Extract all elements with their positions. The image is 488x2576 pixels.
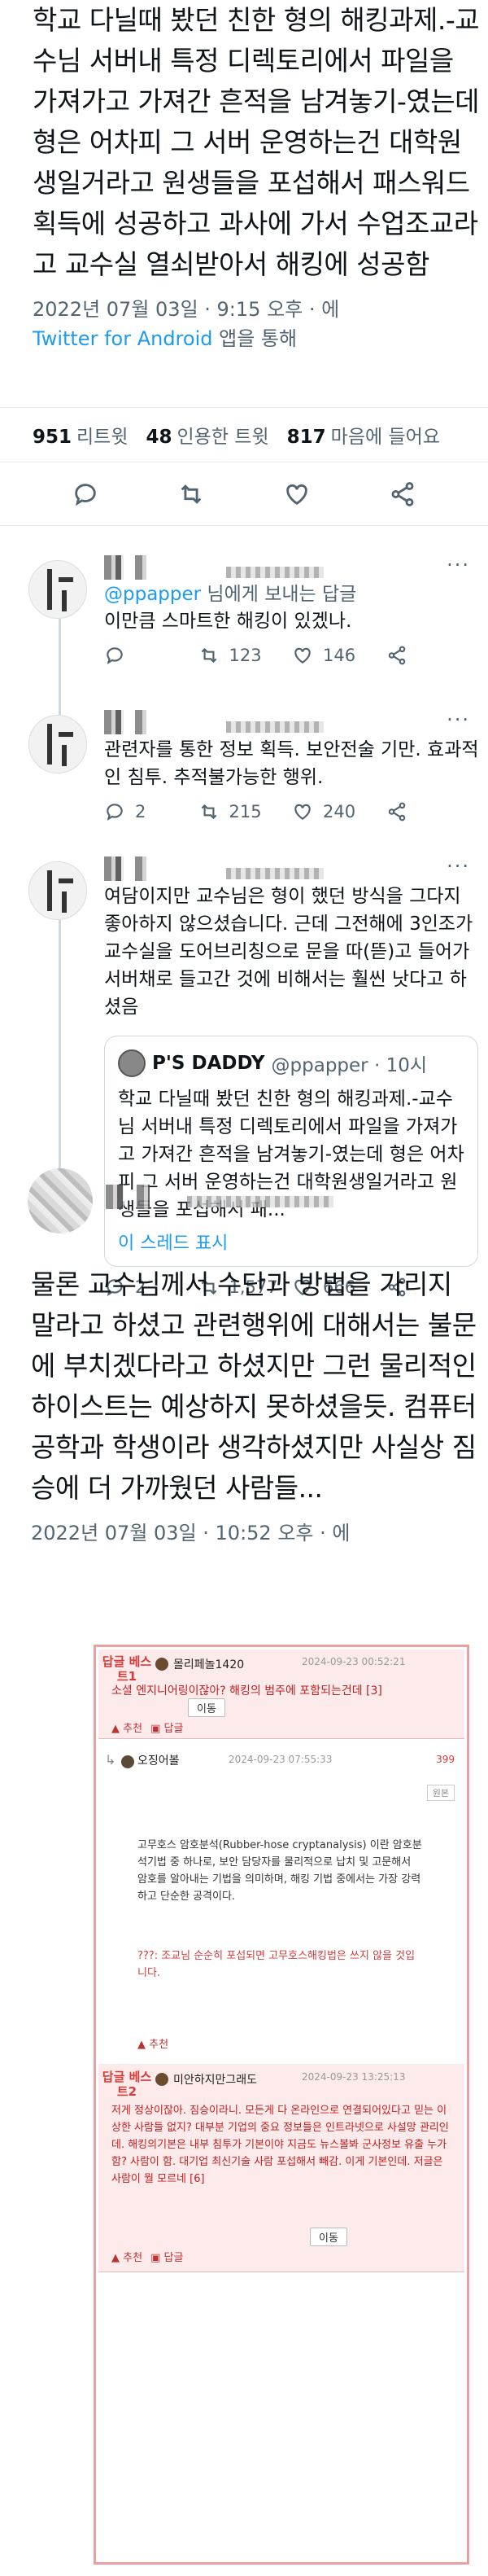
medal-icon [155,2073,168,2086]
main-tweet-actions [0,462,488,526]
comment-text: 저게 정상이잖아. 짐승이라니. 모든게 다 온라인으로 연결되어있다고 믿는 … [111,2105,449,2185]
reply-icon [104,645,125,666]
reply-tweet[interactable]: ··· 여담이지만 교수님은 형이 했던 방식을 그다지 좋아하지 않으셨습니다… [0,855,488,1327]
comment-board: 답글 베스트1 몰리페놀1420 2024-09-23 00:52:21 소셜 … [94,1645,469,2565]
comment-text: 소셜 엔지니어링이잖아? 해킹의 범주에 포함되는건데 [3] [111,1684,382,1698]
best-comment-2: 답글 베스트2 미안하지만그래도 2024-09-23 13:25:13 저게 … [98,2065,464,2272]
show-thread-link[interactable]: 이 스레드 표시 [118,1229,464,1255]
tweet-stats: 951 리트윗 48 인용한 트윗 817 마음에 들어요 [0,407,488,462]
more-icon[interactable]: ··· [447,708,470,731]
share-icon [386,645,407,666]
comment-author[interactable]: 미안하지만그래도 [173,2071,257,2088]
reply-text: 여담이지만 교수님은 형이 했던 방식을 그다지 좋아하지 않으셨습니다. 근데… [104,886,473,1018]
retweet-icon [198,645,220,666]
quoted-name: P'S DADDY [152,1053,265,1074]
retweet-button[interactable]: 215 [198,801,293,822]
medal-icon [155,1658,168,1671]
comment-count: 399 [436,1754,455,1765]
comment-author[interactable]: 몰리페놀1420 [173,1656,244,1672]
comment-date: 2024-09-23 00:52:21 [302,1656,406,1667]
move-button[interactable]: 이동 [310,2228,347,2246]
avatar[interactable] [28,715,87,773]
tweet-client-suffix: 앱을 통해 [219,327,298,350]
quoted-tweet[interactable]: P'S DADDY @ppapper · 10시 학교 다닐때 봤던 친한 형의… [104,1036,478,1267]
best-label: 답글 베스트2 [102,2070,152,2099]
reply-to-line: @ppapper 님에게 보내는 답글 [104,584,357,605]
best-label: 답글 베스트1 [102,1654,152,1684]
retweet-icon [198,801,220,822]
quoted-handle: @ppapper · 10시 [271,1055,427,1076]
reply-button[interactable]: ▣ 답글 [150,2249,183,2264]
comment-text: 고무호스 암호분석(Rubber-hose cryptanalysis) 이란 … [137,1839,422,1903]
reply-tweet[interactable]: ··· 관련자를 통한 정보 획득. 보안전술 기만. 효과적인 침투. 추적불… [0,708,488,847]
final-tweet-datetime: 2022년 07월 03일 · 10:52 오후 · 에 [31,1522,351,1544]
comment-date: 2024-09-23 07:55:33 [229,1754,333,1765]
reply-author[interactable]: ··· [104,554,480,581]
reply-author[interactable]: ··· [104,855,480,883]
reply-actions: 2 215 240 [104,801,480,822]
reply-button[interactable] [104,645,198,666]
avatar[interactable] [28,1168,93,1233]
recommend-button[interactable]: ▲ 추천 [111,1720,142,1735]
reply-author[interactable]: ··· [104,708,480,736]
recommend-button[interactable]: ▲ 추천 [137,2035,168,2051]
more-icon[interactable]: ··· [447,554,470,576]
reply-button[interactable]: 2 [104,801,198,822]
like-icon [292,645,313,666]
quoted-avatar [118,1049,146,1077]
avatar[interactable] [28,861,87,920]
reply-icon [104,801,125,822]
original-button[interactable]: 원본 [426,1785,455,1801]
like-icon [292,801,313,822]
move-button[interactable]: 이동 [188,1698,225,1717]
retweets-stat[interactable]: 951 리트윗 [33,421,129,449]
reply-tweet[interactable]: ··· @ppapper 님에게 보내는 답글 이만큼 스마트한 해킹이 있겠나… [0,554,488,700]
reply-text: 이만큼 스마트한 해킹이 있겠나. [104,611,352,632]
likes-stat[interactable]: 817 마음에 들어요 [287,421,440,449]
comment-author[interactable]: 오징어볼 [137,1752,180,1768]
medal-icon [121,1755,134,1768]
reply-icon[interactable] [72,480,99,508]
reply-to-handle[interactable]: @ppapper [104,584,201,605]
comment-date: 2024-09-23 13:25:13 [302,2071,406,2083]
reply-button[interactable]: ▣ 답글 [150,1720,183,1735]
share-icon [386,801,407,822]
reply-actions: 123 146 [104,645,480,666]
tweet-datetime: 2022년 07월 03일 · 9:15 오후 · 에 [33,298,340,321]
like-button[interactable]: 240 [292,801,386,822]
share-icon[interactable] [389,480,416,508]
tweet-meta: 2022년 07월 03일 · 9:15 오후 · 에 Twitter for … [33,295,480,353]
main-tweet: 학교 다닐때 봤던 친한 형의 해킹과제.-교수님 서버내 특정 디렉토리에서 … [33,0,480,353]
reply-arrow-icon: ↳ [105,1752,116,1768]
comment-highlight: ???: 조교님 순순히 포섭되면 고무호스해킹법은 쓰지 않을 것입니다. [137,1950,416,1979]
main-tweet-text: 학교 다닐때 봤던 친한 형의 해킹과제.-교수님 서버내 특정 디렉토리에서 … [33,4,480,280]
share-button[interactable] [386,801,481,822]
reply-text: 관련자를 통한 정보 획득. 보안전술 기만. 효과적인 침투. 추적불가능한 … [104,739,479,788]
avatar[interactable] [28,560,87,619]
quotes-stat[interactable]: 48 인용한 트윗 [146,421,269,449]
tweet-client-link[interactable]: Twitter for Android [33,327,212,350]
like-icon[interactable] [283,480,311,508]
share-button[interactable] [386,645,481,666]
best-comment-1: 답글 베스트1 몰리페놀1420 2024-09-23 00:52:21 소셜 … [98,1649,464,1739]
retweet-button[interactable]: 123 [198,645,293,666]
retweet-icon[interactable] [177,480,205,508]
sub-comment: ↳ 오징어볼 2024-09-23 07:55:33 399 원본 고무호스 암… [98,1739,464,2065]
more-icon[interactable]: ··· [447,855,470,878]
like-button[interactable]: 146 [292,645,386,666]
recommend-button[interactable]: ▲ 추천 [111,2249,142,2264]
final-tweet-text: 물론 교수님께서 수단과 방법을 가리지 말라고 하셨고 관련행위에 대해서는 … [31,1268,477,1504]
